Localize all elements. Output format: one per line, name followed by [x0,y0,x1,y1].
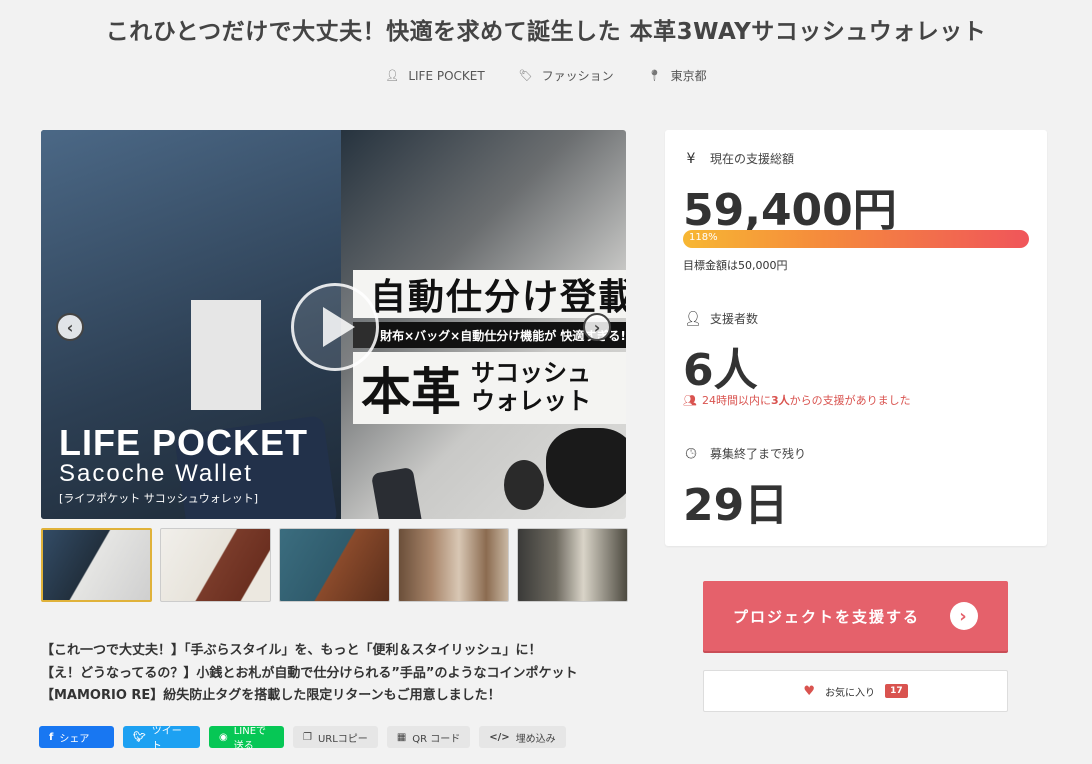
recent-count: 3人 [770,394,790,407]
facebook-share-label: シェア [59,733,90,745]
funding-stats-panel: ¥ 現在の支援総額 59,400円 118% 目標金額は50,000円 👤︎ 支… [665,130,1047,546]
hero-side-text-1: サコッシュ [471,359,591,388]
url-copy-label: URLコピー [317,733,368,745]
embed-button[interactable]: </> 埋め込み [479,726,566,748]
chevron-left-icon: ‹ [66,317,74,337]
project-meta: 👤︎ LIFE POCKET 🏷︎ ファッション 📍︎ 東京都 [0,67,1092,84]
code-icon: </> [489,731,510,743]
line-share-label: LINEで送る [233,726,267,752]
url-copy-button[interactable]: ❐ URLコピー [293,726,378,748]
location-name: 東京都 [670,69,707,83]
thumbnail-3[interactable] [279,528,390,602]
remaining-label: 🕒︎ 募集終了まで残り [684,445,806,462]
hero-product-name: 本革 サコッシュ ウォレット [353,352,626,424]
owner-name: LIFE POCKET [408,68,485,83]
copy-icon: ❐ [303,731,312,743]
hero-big-text: 本革 [361,363,461,421]
facebook-icon: f [49,731,54,743]
backers-count: 6人 [683,345,758,396]
map-pin-icon: 📍︎ [647,69,662,82]
support-label: プロジェクトを支援する [732,607,920,626]
funding-progress-bar: 118% [683,230,1029,248]
favorite-count: 17 [885,684,908,698]
hero-side-text: サコッシュ ウォレット [471,360,591,415]
chevron-right-icon: › [950,602,978,630]
prev-slide-button[interactable]: ‹ [56,313,84,341]
total-label: ¥ 現在の支援総額 [684,150,794,167]
twitter-share-label: ツイート [151,726,182,752]
share-bar: f シェア 🐦︎ ツイート ◉ LINEで送る ❐ URLコピー ▦ QR コー… [39,726,566,752]
heart-icon: ♥ [803,683,816,699]
tag-icon: 🏷︎ [518,69,533,82]
chevron-right-icon: › [593,317,601,337]
qr-code-label: QR コード [412,733,461,745]
clock-icon: 🕒︎ [685,445,697,462]
hero-logo-line3: [ライフポケット サコッシュウォレット] [59,492,259,505]
thumbnail-strip [41,528,628,602]
play-icon [323,307,355,347]
embed-label: 埋め込み [515,733,556,745]
owner-link[interactable]: 👤︎ LIFE POCKET [385,67,484,84]
total-amount: 59,400円 [683,185,897,236]
recent-suffix: からの支援がありました [789,394,911,407]
project-title: これひとつだけで大丈夫！快適を求めて誕生した 本革3WAYサコッシュウォレット [105,19,987,45]
twitter-icon: 🐦︎ [133,731,146,743]
users-alert-icon: 👥︎ [683,393,697,407]
hero-side-text-2: ウォレット [471,387,591,415]
category-name: ファッション [541,69,614,83]
facebook-share-button[interactable]: f シェア [39,726,114,748]
summary-line: 【これ一つで大丈夫！】「手ぶらスタイル」を、もっと「便利＆スタイリッシュ」に！ [41,643,542,658]
thumbnail-1[interactable] [41,528,152,602]
backers-label: 👤︎ 支援者数 [684,310,758,327]
hero-tee [191,300,261,410]
progress-percent: 118% [689,232,718,243]
remaining-label-text: 募集終了まで残り [710,447,807,461]
category-link[interactable]: 🏷︎ ファッション [519,67,614,84]
total-label-text: 現在の支援総額 [710,152,795,166]
yen-icon: ¥ [686,150,696,167]
summary-line: 【え！どうなってるの？】小銭とお札が自動で仕分けられる”手品”のようなコインポケ… [41,665,578,681]
qr-icon: ▦ [396,731,407,743]
hero-case [370,466,424,519]
line-icon: ◉ [219,731,228,743]
video-play-button[interactable] [291,283,379,371]
hero-tag [504,460,544,510]
thumbnail-4[interactable] [398,528,509,602]
twitter-share-button[interactable]: 🐦︎ ツイート [123,726,200,752]
hero-headline: 自動仕分け登載 [353,270,626,318]
thumbnail-5[interactable] [517,528,628,602]
goal-amount: 目標金額は50,000円 [683,259,788,272]
location-link[interactable]: 📍︎ 東京都 [648,67,707,84]
thumbnail-2[interactable] [160,528,271,602]
recent-text: 24時間以内に3人からの支援がありました [702,392,911,408]
project-summary: 【これ一つで大丈夫！】「手ぶらスタイル」を、もっと「便利＆スタイリッシュ」に！ … [41,640,641,708]
next-slide-button[interactable]: › [583,313,611,341]
backers-label-text: 支援者数 [710,312,759,326]
user-icon: 👤︎ [684,310,702,327]
support-project-button[interactable]: プロジェクトを支援する › [703,581,1008,651]
qr-code-button[interactable]: ▦ QR コード [386,726,471,748]
favorite-label: お気に入り [825,687,876,699]
user-icon: 👤︎ [385,69,400,82]
line-share-button[interactable]: ◉ LINEで送る [209,726,284,752]
remaining-days: 29日 [683,480,789,531]
recent-prefix: 24時間以内に [701,394,771,407]
favorite-button[interactable]: ♥ お気に入り 17 [703,670,1008,712]
summary-line: 【MAMORIO RE】紛失防止タグを搭載した限定リターンもご用意しました！ [41,688,501,703]
hero-logo-line1: LIFE POCKET [59,422,309,463]
hero-mask [546,428,626,508]
hero-logo-line2: Sacoche Wallet [59,460,253,487]
recent-backers-notice: 👥︎ 24時間以内に3人からの支援がありました [683,392,911,408]
